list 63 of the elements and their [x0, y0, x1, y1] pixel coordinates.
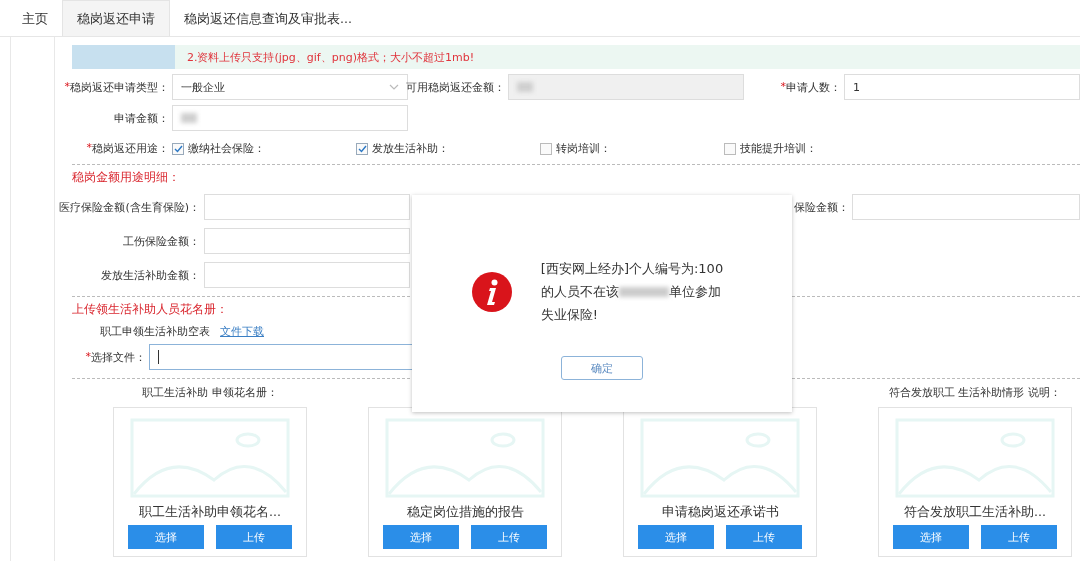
tab[interactable]: 稳岗返还信息查询及审批表... [170, 1, 366, 36]
required-mark: * [780, 79, 786, 95]
image-placeholder-icon [130, 418, 290, 498]
amount-field[interactable] [204, 194, 410, 220]
tab[interactable]: 稳岗返还申请 [62, 0, 170, 36]
dialog-message: 单位参加 [668, 283, 721, 301]
card-caption: 职工生活补助申领花名... [139, 504, 281, 521]
checkbox[interactable] [172, 142, 184, 155]
template-label: 职工申领生活补助空表 [100, 324, 210, 339]
field-label: 医疗保险金额(含生育保险)： [59, 199, 200, 215]
tab[interactable]: 主页 [8, 1, 62, 36]
amount-field[interactable] [204, 228, 410, 254]
field-label: 稳岗返还申请类型： [70, 79, 169, 95]
checkbox-label: 转岗培训： [556, 141, 611, 156]
checkbox[interactable] [540, 142, 552, 155]
checkbox-label: 发放生活补助： [372, 141, 449, 156]
download-link[interactable]: 文件下载 [220, 324, 264, 339]
dialog-message: 的人员不在该 [540, 283, 619, 301]
required-mark: * [85, 349, 91, 365]
amount-field[interactable] [172, 105, 408, 131]
card-button[interactable]: 选择 [128, 525, 204, 549]
card-header: 职工生活补助 申领花名册： [142, 386, 278, 399]
info-icon [470, 270, 513, 313]
required-mark: * [64, 79, 70, 95]
chevron-icon [389, 84, 399, 90]
image-placeholder-icon [385, 418, 545, 498]
section-title: 上传领生活补助人员花名册： [72, 301, 228, 318]
field-label: 保险金额： [794, 199, 849, 215]
card-button[interactable]: 上传 [726, 525, 802, 549]
type-select[interactable]: 一般企业 [172, 74, 408, 100]
checkbox-label: 缴纳社会保险： [188, 141, 265, 156]
image-placeholder-icon [895, 418, 1055, 498]
card-header: 符合发放职工 生活补助情形 说明： [889, 386, 1061, 399]
text-cursor [158, 350, 159, 364]
amount-field[interactable] [852, 194, 1080, 220]
field-label: 申请金额： [114, 110, 169, 126]
dialog-message: 失业保险! [540, 306, 599, 324]
card-button[interactable]: 选择 [638, 525, 714, 549]
card-caption: 申请稳岗返还承诺书 [661, 504, 779, 521]
notice-text: 2.资料上传只支持(jpg、gif、png)格式；大小不超过1mb! [187, 49, 475, 65]
card-caption: 稳定岗位措施的报告 [406, 504, 524, 521]
checkbox[interactable] [724, 142, 736, 155]
card-button[interactable]: 选择 [893, 525, 969, 549]
checkbox-label: 技能提升培训： [740, 141, 817, 156]
card-button[interactable]: 选择 [383, 525, 459, 549]
required-mark: * [86, 141, 92, 156]
card-button[interactable]: 上传 [471, 525, 547, 549]
card-caption: 符合发放职工生活补助... [904, 504, 1046, 521]
card-button[interactable]: 上传 [981, 525, 1057, 549]
amount-field[interactable] [204, 262, 410, 288]
confirm-button[interactable]: 确定 [561, 356, 643, 380]
field-label: 申请人数： [786, 79, 841, 95]
field-label: 工伤保险金额： [123, 233, 200, 249]
dialog-message: [西安网上经办]个人编号为:100 [540, 260, 724, 278]
count-field[interactable]: 1 [844, 74, 1080, 100]
field-label: 可用稳岗返还金额： [406, 79, 505, 95]
field-label: 稳岗返还用途： [92, 141, 169, 156]
checkbox[interactable] [356, 142, 368, 155]
section-title: 稳岗金额用途明细： [72, 169, 180, 186]
field-label: 发放生活补助金额： [101, 267, 200, 283]
card-button[interactable]: 上传 [216, 525, 292, 549]
image-placeholder-icon [640, 418, 800, 498]
field-label: 选择文件： [91, 349, 146, 365]
